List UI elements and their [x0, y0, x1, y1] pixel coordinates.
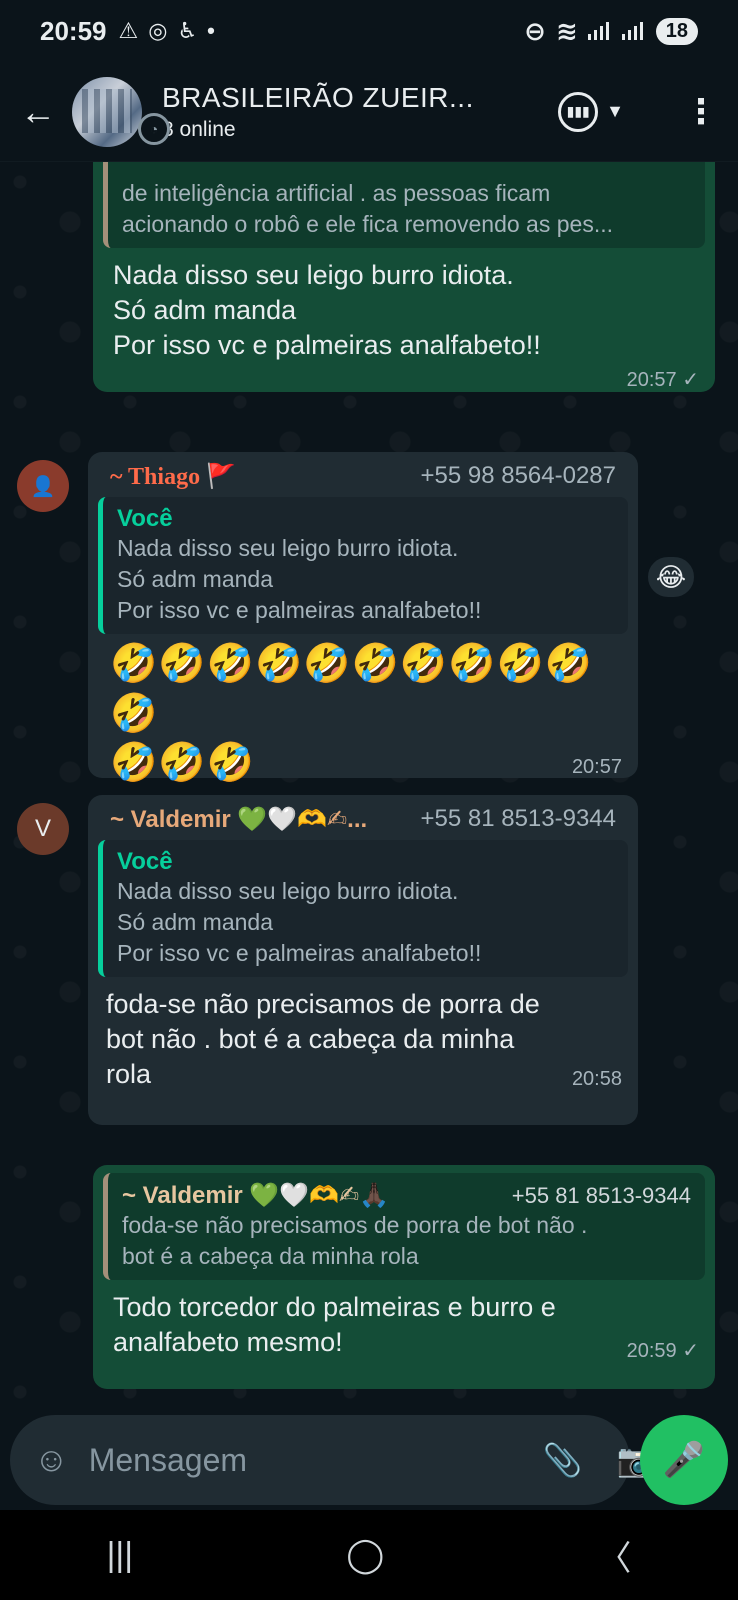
status-bar: 20:59 ⚠ ◎ ♿ • ⊖ ≋ 18	[0, 0, 738, 62]
chat-header: ← BRASILEIRÃO ZUEIR... 8 online ▮▮▮ ▼ ⋮	[0, 62, 738, 162]
outgoing-message[interactable]: ~ Valdemir 💚🤍🫶✍🙏🏿 +55 81 8513-9344 foda-…	[93, 1165, 715, 1389]
online-count: 8 online	[162, 117, 236, 141]
notification-icons: ⚠ ◎ ♿ •	[119, 18, 215, 44]
message-line: Nada disso seu leigo burro idiota.	[113, 260, 514, 291]
status-time: 20:59	[40, 15, 107, 46]
warning-icon: ⚠	[118, 18, 139, 43]
accessibility-icon: ♿	[177, 18, 198, 43]
message-input-box[interactable]: ☺ 📎 📷	[10, 1415, 656, 1505]
chat-area[interactable]: de inteligência artificial . as pessoas …	[0, 162, 738, 1410]
message-time: 20:57 ✓	[626, 369, 699, 392]
quote-text-line: Só adm manda	[117, 566, 273, 593]
chevron-down-icon[interactable]: ▼	[606, 101, 624, 122]
quote-author: Você	[117, 505, 173, 532]
sender-name[interactable]: ~ Thiago 🚩	[110, 462, 236, 491]
mic-icon: 🎤	[662, 1441, 706, 1479]
composer-bar: ☺ 📎 📷 🎤	[0, 1410, 738, 1510]
quote-text-line: Só adm manda	[117, 909, 273, 936]
signal-icon-2	[621, 22, 646, 40]
voice-chat-icon[interactable]: ▮▮▮	[558, 91, 599, 132]
quoted-message[interactable]: Você Nada disso seu leigo burro idiota. …	[98, 497, 628, 635]
battery-indicator: 18	[655, 17, 698, 45]
nav-back-icon[interactable]: 〈	[597, 1531, 631, 1580]
quote-text-line: Por isso vc e palmeiras analfabeto!!	[117, 940, 482, 967]
message-line: Por isso vc e palmeiras analfabeto!!	[113, 330, 541, 361]
sender-avatar[interactable]: 👤	[17, 460, 69, 512]
sender-phone[interactable]: +55 81 8513-9344	[420, 805, 616, 834]
message-line: bot não . bot é a cabeça da minha	[106, 1024, 515, 1055]
quote-text-line: foda-se não precisamos de porra de bot n…	[122, 1212, 588, 1238]
home-icon[interactable]: ◯	[346, 1535, 384, 1575]
wifi-icon: ≋	[555, 15, 578, 46]
message-line: Todo torcedor do palmeiras e burro e	[113, 1292, 556, 1323]
quote-text-line: Nada disso seu leigo burro idiota.	[117, 878, 459, 904]
sticker-icon[interactable]: ☺	[34, 1441, 69, 1480]
message-time: 20:58	[571, 1068, 622, 1091]
whatsapp-icon: ◎	[148, 18, 168, 43]
sender-phone[interactable]: +55 98 8564-0287	[420, 462, 616, 491]
quote-text-line: de inteligência artificial . as pessoas …	[122, 180, 551, 206]
attach-icon[interactable]: 📎	[543, 1441, 583, 1479]
sender-row: ~ Thiago 🚩 +55 98 8564-0287	[98, 460, 628, 497]
quote-text-line: Nada disso seu leigo burro idiota.	[117, 535, 459, 561]
sender-row: ~ Valdemir 💚🤍🫶✍... +55 81 8513-9344	[98, 803, 628, 840]
quoted-message[interactable]: de inteligência artificial . as pessoas …	[103, 162, 705, 249]
incoming-message[interactable]: ~ Thiago 🚩 +55 98 8564-0287 Você Nada di…	[88, 452, 638, 784]
quoted-message[interactable]: ~ Valdemir 💚🤍🫶✍🙏🏿 +55 81 8513-9344 foda-…	[103, 1173, 705, 1281]
sender-avatar[interactable]: V	[17, 803, 69, 855]
system-icons: ⊖ ≋ 18	[524, 16, 698, 47]
message-text: Nada disso seu leigo burro idiota. Só ad…	[103, 248, 705, 363]
message-input[interactable]	[88, 1441, 509, 1479]
recent-apps-icon[interactable]: |||	[107, 1536, 134, 1575]
sender-name[interactable]: ~ Valdemir 💚🤍🫶✍...	[110, 805, 367, 834]
group-avatar[interactable]	[72, 76, 142, 147]
group-info[interactable]: BRASILEIRÃO ZUEIR... 8 online	[162, 82, 558, 142]
quote-text-line: Por isso vc e palmeiras analfabeto!!	[117, 597, 482, 624]
incoming-message[interactable]: ~ Valdemir 💚🤍🫶✍... +55 81 8513-9344 Você…	[88, 795, 638, 1125]
system-nav-bar: ||| ◯ 〈	[0, 1510, 738, 1600]
emoji-line: 🤣🤣🤣🤣🤣🤣🤣🤣🤣🤣🤣	[110, 643, 594, 735]
status-icon: ◔	[138, 113, 170, 145]
mic-button[interactable]: 🎤	[640, 1415, 728, 1505]
dnd-icon: ⊖	[524, 15, 546, 46]
signal-icon	[587, 22, 612, 40]
quote-text-line: bot é a cabeça da minha rola	[122, 1243, 419, 1270]
dot-icon: •	[207, 18, 215, 43]
reaction-badge[interactable]: 😂	[645, 554, 697, 600]
message-line: Só adm manda	[113, 295, 297, 326]
back-arrow-icon[interactable]: ←	[20, 91, 72, 133]
menu-icon[interactable]: ⋮	[684, 95, 718, 129]
quote-author: Você	[117, 848, 173, 875]
quote-text-line: acionando o robô e ele fica removendo as…	[122, 211, 613, 238]
quote-phone: +55 81 8513-9344	[511, 1183, 691, 1208]
message-line: foda-se não precisamos de porra de	[106, 989, 540, 1020]
outgoing-message[interactable]: de inteligência artificial . as pessoas …	[93, 162, 715, 392]
quoted-message[interactable]: Você Nada disso seu leigo burro idiota. …	[98, 840, 628, 978]
group-title: BRASILEIRÃO ZUEIR...	[162, 81, 474, 113]
